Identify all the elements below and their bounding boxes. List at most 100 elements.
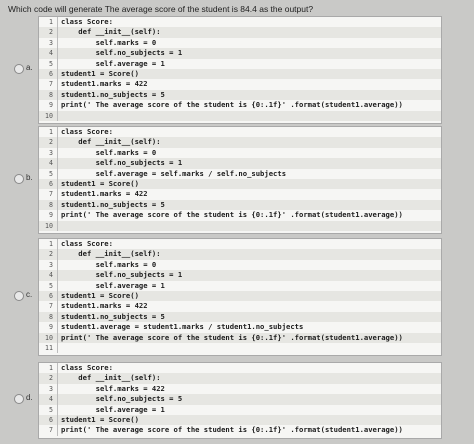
code-line: 2 def __init__(self): [39, 137, 441, 148]
code-line: 2 def __init__(self): [39, 373, 441, 384]
line-number: 3 [49, 384, 53, 393]
code-line: 6 student1 = Score() [39, 414, 441, 426]
line-number: 6 [49, 291, 53, 300]
code-block: 1 class Score: 2 def __init__(self): 3 self… [38, 16, 442, 124]
gutter-divider [57, 280, 58, 291]
code-text: self.marks = 0 [61, 147, 157, 157]
gutter-divider [57, 199, 58, 211]
gutter-divider [57, 249, 58, 260]
gutter-divider [57, 311, 58, 323]
code-line: 3 self.marks = 0 [39, 259, 441, 271]
gutter-divider [57, 100, 58, 111]
option-label: a. [26, 63, 33, 72]
code-text: class Score: [61, 363, 113, 372]
line-number: 1 [49, 18, 53, 26]
gutter-divider [57, 127, 58, 138]
gutter-divider [57, 178, 58, 190]
gutter-divider [57, 363, 58, 374]
gutter-divider [57, 383, 58, 395]
gutter-divider [57, 158, 58, 169]
code-text: self.average = 1 [61, 280, 165, 290]
code-text: student1.average = student1.marks / stud… [61, 322, 304, 332]
code-text: self.average = self.marks / self.no_subj… [61, 168, 287, 178]
line-number: 5 [49, 169, 53, 178]
code-text: student1.marks = 422 [61, 189, 148, 199]
line-number: 5 [49, 405, 53, 414]
code-line: 6 student1 = Score() [39, 68, 441, 80]
line-number: 7 [49, 80, 53, 89]
code-text: student1 = Score() [61, 178, 139, 188]
code-line: 4 self.no_subjects = 5 [39, 394, 441, 405]
code-line: 7 student1.marks = 422 [39, 189, 441, 200]
line-number: 2 [49, 28, 53, 37]
radio-button-c[interactable] [14, 291, 24, 302]
gutter-divider [57, 290, 58, 302]
line-number: 10 [45, 333, 53, 342]
gutter-divider [57, 168, 58, 179]
code-line: 5 self.average = self.marks / self.no_su… [39, 168, 441, 179]
line-number: 5 [49, 281, 53, 290]
code-text: def __init__(self): [61, 27, 161, 37]
line-number: 5 [49, 59, 53, 68]
code-line: 9 print(' The average score of the studen… [39, 210, 441, 221]
code-text: student1 = Score() [61, 414, 139, 424]
radio-button-d[interactable] [14, 394, 24, 405]
gutter-divider [57, 68, 58, 80]
code-line: 2 def __init__(self): [39, 249, 441, 260]
code-line: 4 self.no_subjects = 1 [39, 48, 441, 59]
code-text: student1 = Score() [61, 290, 139, 300]
line-number: 8 [49, 200, 53, 209]
gutter-divider [57, 137, 58, 148]
radio-button-b[interactable] [14, 174, 24, 184]
gutter-divider [57, 373, 58, 384]
option-label: d. [26, 393, 33, 403]
code-text: class Score: [61, 17, 113, 26]
code-text: self.marks = 0 [61, 259, 157, 269]
line-number: 9 [49, 101, 53, 110]
gutter-divider [57, 37, 58, 49]
code-text: student1.marks = 422 [61, 301, 148, 311]
gutter-divider [57, 342, 58, 354]
line-number: 6 [49, 415, 53, 424]
option-label: b. [26, 173, 33, 182]
gutter-divider [57, 220, 58, 231]
code-text: print(' The average score of the student… [61, 332, 403, 342]
gutter-divider [57, 301, 58, 312]
code-line: 1 class Score: [39, 17, 441, 28]
code-text: class Score: [61, 127, 113, 136]
code-text: self.no_subjects = 1 [61, 48, 183, 58]
code-text: self.marks = 422 [61, 383, 165, 393]
code-text: print(' The average score of the student… [61, 100, 403, 110]
code-text: def __init__(self): [61, 137, 161, 147]
line-number: 4 [49, 49, 53, 58]
code-text: self.no_subjects = 5 [61, 394, 183, 404]
code-text: self.average = 1 [61, 58, 165, 68]
code-line: 8 student1.no_subjects = 5 [39, 89, 441, 101]
line-number: 6 [49, 69, 53, 78]
line-number: 2 [49, 250, 53, 259]
gutter-divider [57, 79, 58, 90]
line-number: 6 [49, 179, 53, 188]
code-text: print(' The average score of the student… [61, 425, 403, 435]
code-line: 7 student1.marks = 422 [39, 79, 441, 90]
line-number: 7 [49, 426, 53, 435]
gutter-divider [57, 210, 58, 221]
line-number: 1 [49, 364, 53, 372]
gutter-divider [57, 189, 58, 200]
code-text: class Score: [61, 239, 113, 248]
line-number: 3 [49, 38, 53, 47]
code-line: 3 self.marks = 0 [39, 37, 441, 49]
code-line: 4 self.no_subjects = 1 [39, 270, 441, 281]
code-block: 1 class Score: 2 def __init__(self): 3 self… [38, 362, 442, 439]
code-text: student1.marks = 422 [61, 79, 148, 89]
line-number: 7 [49, 190, 53, 199]
code-line: 7 print(' The average score of the studen… [39, 425, 441, 436]
code-line: 4 self.no_subjects = 1 [39, 158, 441, 169]
radio-button-a[interactable] [14, 64, 24, 74]
question-text: Which code will generate The average sco… [8, 4, 314, 14]
code-text: def __init__(self): [61, 249, 161, 259]
gutter-divider [57, 27, 58, 38]
code-line: 8 student1.no_subjects = 5 [39, 311, 441, 323]
code-text: self.no_subjects = 1 [61, 270, 183, 280]
code-text: student1.no_subjects = 5 [61, 199, 165, 209]
